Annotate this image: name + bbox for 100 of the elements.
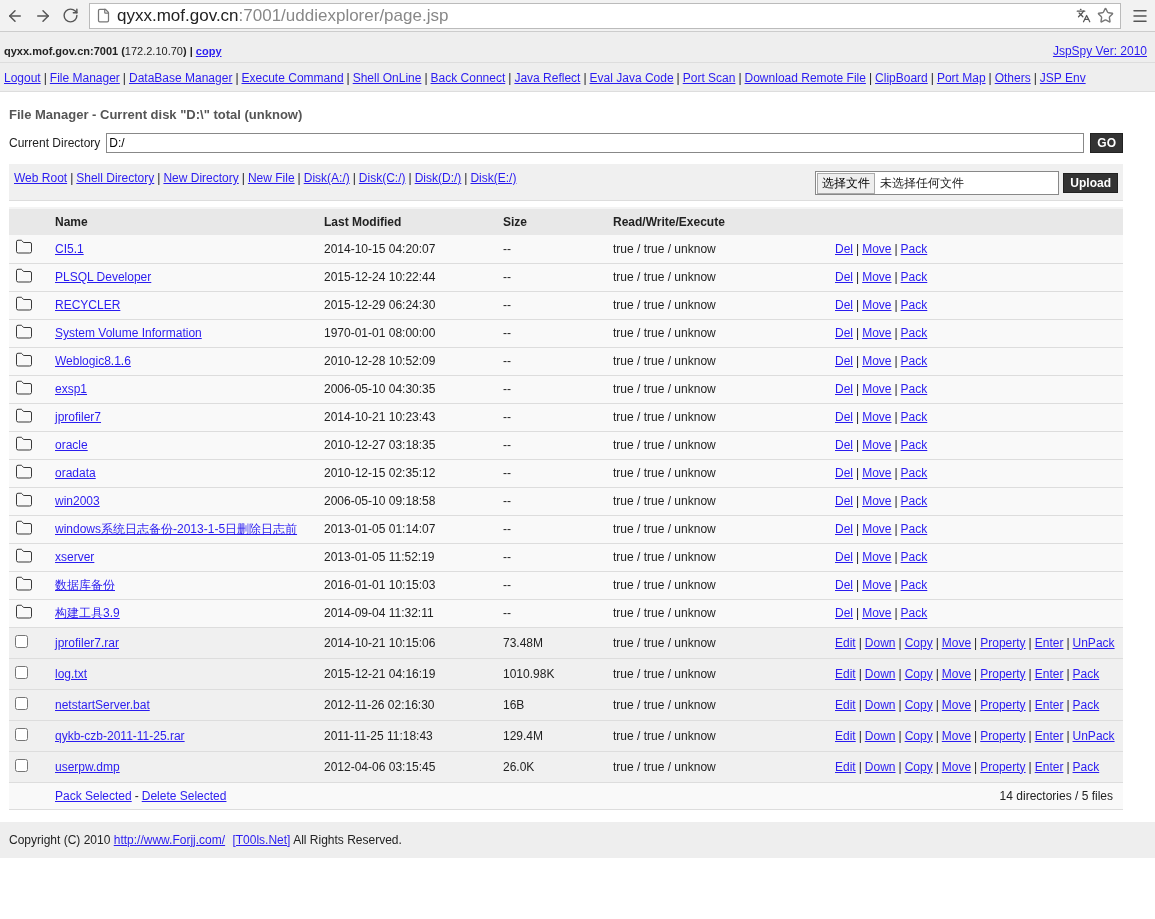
action-link[interactable]: Property (980, 759, 1026, 774)
action-link[interactable]: Edit (835, 728, 856, 743)
action-link[interactable]: Del (835, 438, 853, 452)
action-link[interactable]: Move (862, 578, 892, 592)
choose-file-button[interactable]: 选择文件 (817, 172, 876, 194)
action-link[interactable]: Move (862, 241, 892, 256)
file-name-link[interactable]: xserver (55, 550, 95, 564)
action-link[interactable]: Edit (835, 666, 856, 681)
action-link[interactable]: Move (862, 354, 892, 368)
file-name-link[interactable]: oracle (55, 438, 88, 452)
action-link[interactable]: Pack (900, 522, 928, 536)
action-link[interactable]: Copy (904, 728, 933, 743)
action-link[interactable]: Move (862, 494, 892, 508)
action-link[interactable]: Pack (900, 438, 928, 452)
nav-link[interactable]: Eval Java Code (589, 71, 674, 85)
action-link[interactable]: Del (835, 606, 853, 620)
action-link[interactable]: Pack (900, 606, 928, 620)
file-checkbox[interactable] (15, 758, 28, 772)
bulk-action-link[interactable]: Delete Selected (141, 788, 227, 803)
action-link[interactable]: Pack (900, 326, 928, 340)
nav-link[interactable]: Shell OnLine (352, 71, 422, 85)
action-link[interactable]: Del (835, 241, 853, 256)
action-link[interactable]: Enter (1034, 666, 1064, 681)
translate-icon[interactable] (1076, 8, 1091, 23)
action-link[interactable]: Pack (900, 298, 928, 312)
file-name-link[interactable]: netstartServer.bat (55, 697, 150, 712)
nav-link[interactable]: Download Remote File (744, 71, 866, 85)
toolbar-link[interactable]: Disk(A:/) (303, 171, 350, 185)
nav-link[interactable]: Execute Command (241, 71, 344, 85)
file-name-link[interactable]: jprofiler7.rar (55, 635, 120, 650)
nav-link[interactable]: Port Scan (682, 71, 736, 85)
action-link[interactable]: Pack (900, 578, 928, 592)
file-name-link[interactable]: System Volume Information (55, 326, 202, 340)
action-link[interactable]: Del (835, 382, 853, 396)
action-link[interactable]: Copy (904, 635, 933, 650)
file-name-link[interactable]: 构建工具3.9 (55, 605, 120, 620)
action-link[interactable]: Pack (1072, 666, 1100, 681)
toolbar-link[interactable]: Web Root (14, 171, 68, 185)
action-link[interactable]: Copy (904, 759, 933, 774)
action-link[interactable]: Del (835, 298, 853, 312)
action-link[interactable]: Down (864, 666, 896, 681)
file-name-link[interactable]: windows系统日志备份-2013-1-5日删除日志前 (55, 521, 298, 536)
nav-link[interactable]: Back Connect (430, 71, 506, 85)
action-link[interactable]: Del (835, 494, 853, 508)
action-link[interactable]: Pack (900, 354, 928, 368)
go-button[interactable]: GO (1090, 133, 1123, 153)
action-link[interactable]: Move (941, 728, 972, 743)
file-name-link[interactable]: CI5.1 (55, 241, 84, 256)
action-link[interactable]: Property (980, 697, 1026, 712)
action-link[interactable]: Pack (900, 410, 928, 424)
action-link[interactable]: Del (835, 354, 853, 368)
action-link[interactable]: Move (862, 550, 892, 564)
action-link[interactable]: Pack (900, 494, 928, 508)
action-link[interactable]: Move (941, 635, 972, 650)
nav-link[interactable]: ClipBoard (875, 71, 928, 85)
action-link[interactable]: UnPack (1072, 635, 1115, 650)
upload-button[interactable]: Upload (1063, 173, 1118, 193)
toolbar-link[interactable]: Shell Directory (76, 171, 155, 185)
action-link[interactable]: Move (862, 606, 892, 620)
action-link[interactable]: UnPack (1072, 728, 1115, 743)
action-link[interactable]: Move (862, 270, 892, 284)
file-name-link[interactable]: RECYCLER (55, 298, 121, 312)
action-link[interactable]: Del (835, 466, 853, 480)
reload-icon[interactable] (62, 7, 79, 24)
action-link[interactable]: Move (862, 382, 892, 396)
site-link[interactable]: http://www.Forjj.com/ (113, 832, 226, 847)
action-link[interactable]: Pack (900, 241, 928, 256)
action-link[interactable]: Edit (835, 697, 856, 712)
action-link[interactable]: Move (862, 298, 892, 312)
file-name-link[interactable]: jprofiler7 (55, 410, 102, 424)
action-link[interactable]: Del (835, 578, 853, 592)
address-bar[interactable]: qyxx.mof.gov.cn:7001/uddiexplorer/page.jsp (89, 2, 1121, 29)
action-link[interactable]: Enter (1034, 635, 1064, 650)
file-name-link[interactable]: exsp1 (55, 382, 88, 396)
file-checkbox[interactable] (15, 665, 28, 679)
action-link[interactable]: Move (941, 759, 972, 774)
star-icon[interactable] (1097, 7, 1114, 24)
file-chooser[interactable]: 选择文件 未选择任何文件 (815, 171, 1060, 195)
action-link[interactable]: Enter (1034, 697, 1064, 712)
action-link[interactable]: Del (835, 550, 853, 564)
nav-link[interactable]: Java Reflect (514, 71, 581, 85)
nav-link[interactable]: DataBase Manager (129, 71, 233, 85)
action-link[interactable]: Move (941, 666, 972, 681)
file-checkbox[interactable] (15, 727, 28, 741)
directory-input[interactable]: D:/ (106, 133, 1085, 153)
action-link[interactable]: Down (864, 697, 896, 712)
toolbar-link[interactable]: New Directory (163, 171, 239, 185)
nav-link[interactable]: Port Map (936, 71, 986, 85)
action-link[interactable]: Property (980, 728, 1026, 743)
copy-link[interactable]: copy (195, 45, 222, 57)
site-link[interactable]: [T00ls.Net] (232, 832, 291, 847)
version-link[interactable]: JspSpy Ver: 2010 (1052, 44, 1147, 58)
action-link[interactable]: Move (862, 410, 892, 424)
action-link[interactable]: Pack (900, 466, 928, 480)
action-link[interactable]: Move (862, 466, 892, 480)
action-link[interactable]: Down (864, 635, 896, 650)
action-link[interactable]: Copy (904, 697, 933, 712)
action-link[interactable]: Move (862, 438, 892, 452)
action-link[interactable]: Del (835, 270, 853, 284)
action-link[interactable]: Move (941, 697, 972, 712)
